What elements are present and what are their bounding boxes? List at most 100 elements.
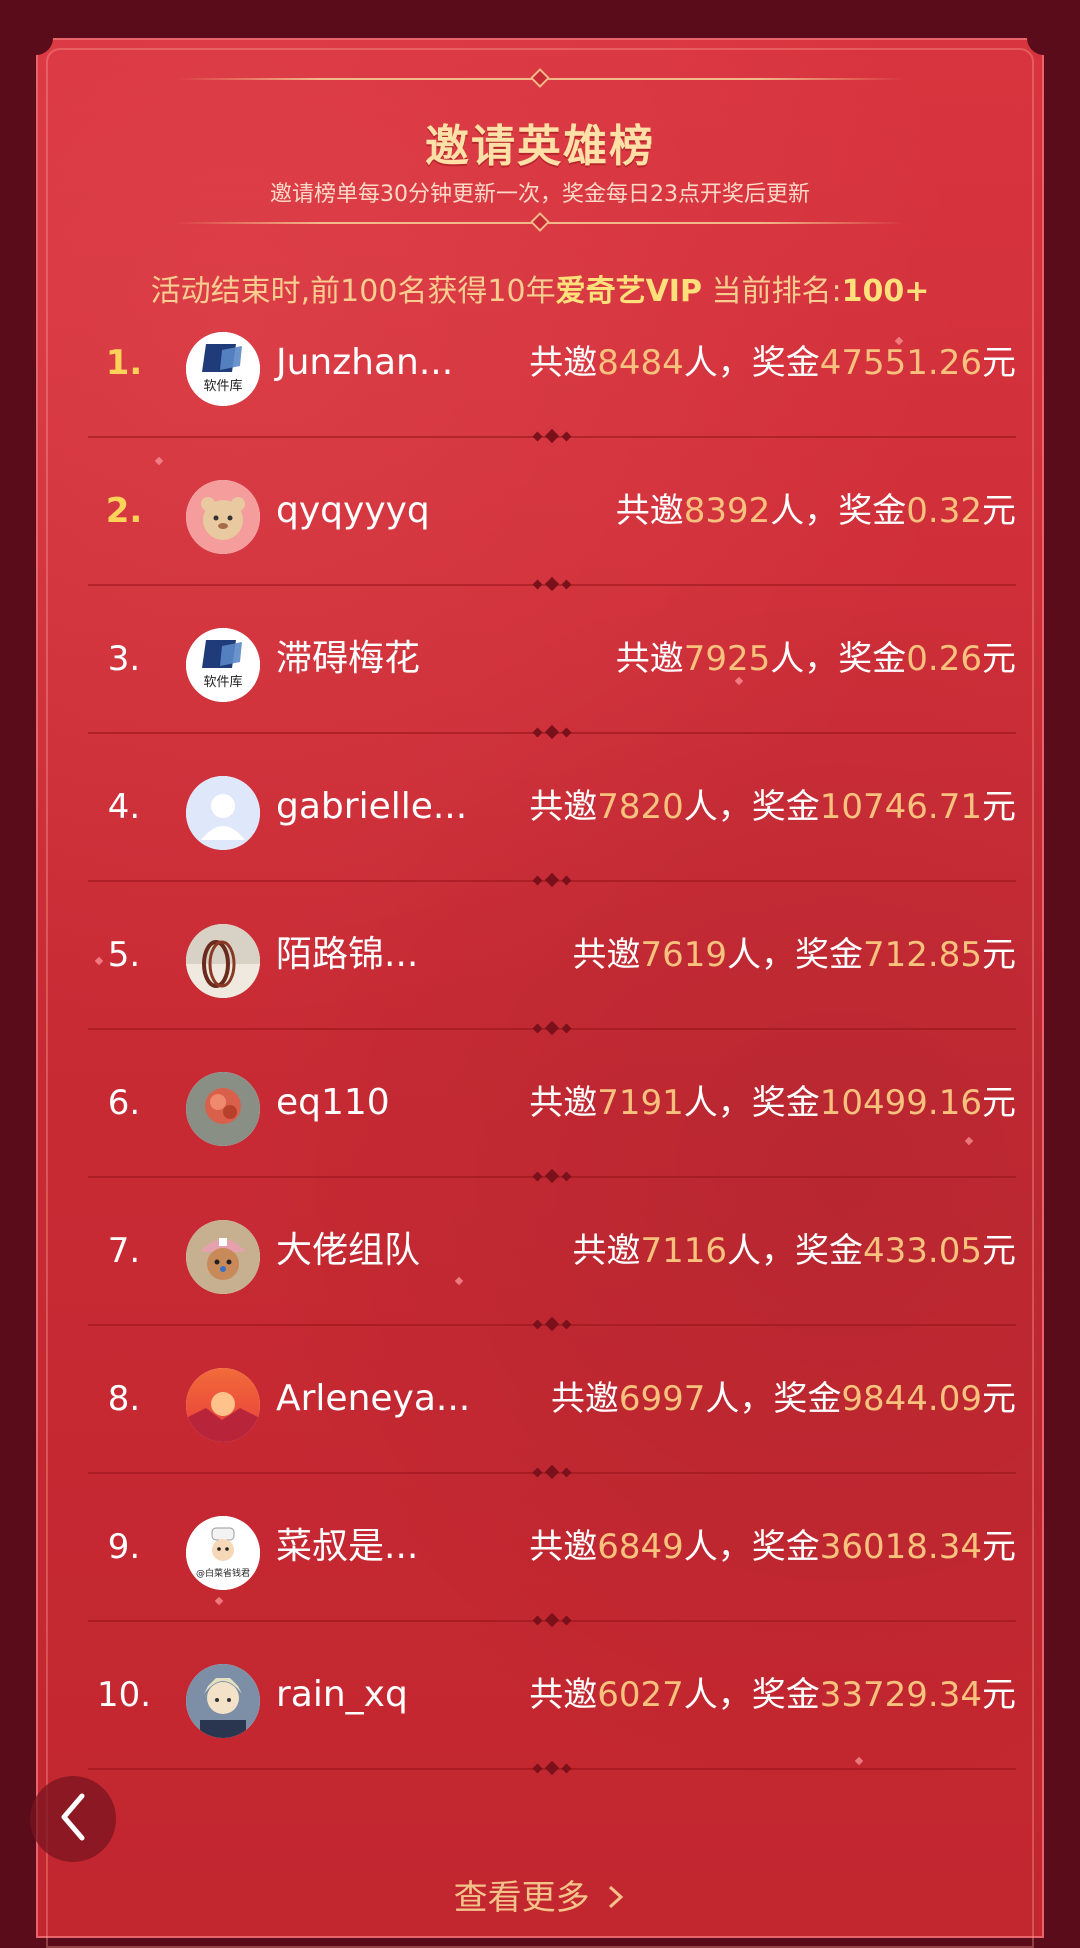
invite-prefix: 共邀 xyxy=(529,1083,598,1123)
invite-prefix: 共邀 xyxy=(615,491,684,531)
avatar[interactable] xyxy=(186,480,260,554)
rank-number: 6. xyxy=(107,1083,141,1123)
title-divider-top xyxy=(176,68,904,88)
leaderboard-row[interactable]: 3. 软件库 滞碍梅花 共邀7925人，奖金0.26元 xyxy=(64,586,1016,732)
reward-amount: 9844.09 xyxy=(841,1379,982,1419)
invite-count: 7820 xyxy=(597,787,684,827)
back-button[interactable] xyxy=(30,1776,116,1862)
reward-label: 人，奖金 xyxy=(683,343,820,383)
svg-text:软件库: 软件库 xyxy=(203,378,242,394)
row-divider xyxy=(88,1760,1016,1776)
invite-stats: 共邀8392人，奖金0.32元 xyxy=(616,438,1016,584)
rank-number: 1. xyxy=(105,343,143,383)
currency-unit: 元 xyxy=(982,343,1016,383)
currency-unit: 元 xyxy=(982,639,1016,679)
avatar[interactable] xyxy=(186,776,260,850)
reward-amount: 433.05 xyxy=(863,1231,982,1271)
diamond-ornament-icon xyxy=(530,68,550,88)
rank-number: 7. xyxy=(107,1231,141,1271)
invite-prefix: 共邀 xyxy=(529,1675,598,1715)
leaderboard-row[interactable]: 8. Arleneya... 共邀6997人，奖金9844.09元 xyxy=(64,1326,1016,1472)
view-more-label: 查看更多 xyxy=(453,1878,590,1918)
page-title: 邀请英雄榜 xyxy=(425,121,655,172)
leaderboard-row[interactable]: 9. @白菜省钱君 菜叔是... 共邀6849人，奖金36018.34元 xyxy=(64,1474,1016,1620)
invite-stats: 共邀7191人，奖金10499.16元 xyxy=(529,1030,1016,1176)
invite-count: 7116 xyxy=(640,1231,728,1271)
currency-unit: 元 xyxy=(982,935,1016,975)
invite-prefix: 共邀 xyxy=(572,935,641,975)
invite-stats: 共邀6027人，奖金33729.34元 xyxy=(529,1622,1016,1768)
chevron-right-icon xyxy=(606,1880,626,1920)
leaderboard-row[interactable]: 5. 陌路锦... 共邀7619人，奖金712.85元 xyxy=(64,882,1016,1028)
chevron-left-icon xyxy=(58,1792,88,1846)
avatar[interactable]: @白菜省钱君 xyxy=(186,1516,260,1590)
card-corner xyxy=(19,21,53,55)
currency-unit: 元 xyxy=(982,1675,1016,1715)
reward-label: 人，奖金 xyxy=(727,1231,864,1271)
user-name: 菜叔是... xyxy=(276,1526,419,1567)
invite-count: 7619 xyxy=(640,935,728,975)
invite-stats: 共邀8484人，奖金47551.26元 xyxy=(529,290,1016,436)
reward-amount: 47551.26 xyxy=(819,343,982,383)
invite-stats: 共邀7820人，奖金10746.71元 xyxy=(529,734,1016,880)
reward-amount: 33729.34 xyxy=(819,1675,982,1715)
user-name: gabrielle... xyxy=(276,786,468,827)
user-name: eq110 xyxy=(276,1082,390,1123)
leaderboard-row[interactable]: 4. gabrielle... 共邀7820人，奖金10746.71元 xyxy=(64,734,1016,880)
rank-number: 5. xyxy=(107,935,141,975)
invite-stats: 共邀6849人，奖金36018.34元 xyxy=(529,1474,1016,1620)
currency-unit: 元 xyxy=(982,1379,1016,1419)
reward-label: 人，奖金 xyxy=(770,639,907,679)
leaderboard-card: 邀请英雄榜 邀请榜单每30分钟更新一次，奖金每日23点开奖后更新 活动结束时,前… xyxy=(19,21,1061,1948)
avatar[interactable] xyxy=(186,1220,260,1294)
avatar[interactable]: 软件库 xyxy=(186,332,260,406)
currency-unit: 元 xyxy=(982,1231,1016,1271)
reward-amount: 0.32 xyxy=(906,491,982,531)
invite-prefix: 共邀 xyxy=(529,787,598,827)
invite-stats: 共邀7925人，奖金0.26元 xyxy=(616,586,1016,732)
reward-label: 人，奖金 xyxy=(770,491,907,531)
card-corner xyxy=(1027,21,1061,55)
invite-count: 6997 xyxy=(618,1379,706,1419)
leaderboard-row[interactable]: 6. eq110 共邀7191人，奖金10499.16元 xyxy=(64,1030,1016,1176)
reward-amount: 10499.16 xyxy=(819,1083,982,1123)
rank-number: 3. xyxy=(107,639,141,679)
invite-count: 6027 xyxy=(597,1675,684,1715)
rank-number: 10. xyxy=(96,1675,152,1715)
invite-count: 8392 xyxy=(683,491,771,531)
title-divider-bottom xyxy=(176,212,904,232)
user-name: rain_xq xyxy=(276,1674,408,1715)
rank-number: 4. xyxy=(107,787,141,827)
currency-unit: 元 xyxy=(982,491,1016,531)
diamond-ornament-icon xyxy=(530,212,550,232)
leaderboard-row[interactable]: 2. qyqyyyq 共邀8392人，奖金0.32元 xyxy=(64,438,1016,584)
reward-amount: 0.26 xyxy=(906,639,982,679)
invite-prefix: 共邀 xyxy=(615,639,684,679)
leaderboard-row[interactable]: 1. 软件库 Junzhan... 共邀8484人，奖金47551.26元 xyxy=(64,290,1016,436)
user-name: Arleneya... xyxy=(276,1378,471,1419)
avatar[interactable]: 软件库 xyxy=(186,628,260,702)
rank-number: 9. xyxy=(107,1527,141,1567)
rank-number: 2. xyxy=(105,491,143,531)
reward-amount: 712.85 xyxy=(863,935,982,975)
invite-prefix: 共邀 xyxy=(550,1379,619,1419)
avatar[interactable] xyxy=(186,924,260,998)
invite-count: 8484 xyxy=(597,343,684,383)
leaderboard-row[interactable]: 7. 大佬组队 共邀7116人，奖金433.05元 xyxy=(64,1178,1016,1324)
avatar[interactable] xyxy=(186,1368,260,1442)
leaderboard-row[interactable]: 10. rain_xq 共邀6027人，奖金33729.34元 xyxy=(64,1622,1016,1768)
invite-count: 7925 xyxy=(683,639,771,679)
view-more-link[interactable]: 查看更多 xyxy=(36,1870,1044,1920)
rank-number: 8. xyxy=(107,1379,141,1419)
avatar[interactable] xyxy=(186,1664,260,1738)
user-name: 大佬组队 xyxy=(276,1230,421,1271)
user-name: qyqyyyq xyxy=(276,490,430,531)
avatar[interactable] xyxy=(186,1072,260,1146)
invite-count: 7191 xyxy=(597,1083,684,1123)
invite-prefix: 共邀 xyxy=(529,343,598,383)
user-name: 滞碍梅花 xyxy=(276,638,421,679)
reward-label: 人，奖金 xyxy=(683,1527,820,1567)
invite-prefix: 共邀 xyxy=(572,1231,641,1271)
user-name: 陌路锦... xyxy=(276,934,419,975)
reward-amount: 36018.34 xyxy=(819,1527,982,1567)
